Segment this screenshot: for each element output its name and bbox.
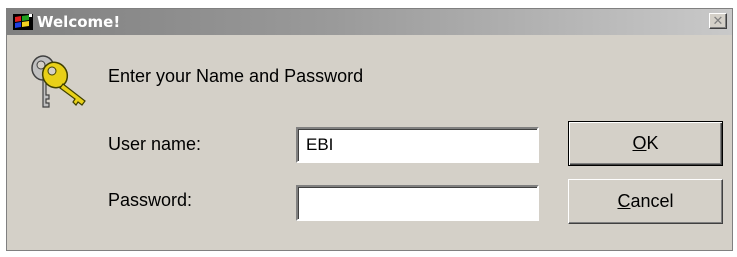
instruction-text: Enter your Name and Password: [108, 66, 364, 86]
close-icon: ✕: [712, 13, 724, 29]
password-label: Password:: [108, 190, 193, 210]
keys-icon: [31, 55, 86, 108]
title-bar[interactable]: Welcome! ✕: [7, 9, 732, 35]
username-label: User name:: [108, 134, 202, 154]
username-input[interactable]: [296, 127, 539, 163]
password-input[interactable]: [296, 185, 539, 221]
cancel-button[interactable]: Cancel: [568, 179, 723, 224]
window-title: Welcome!: [37, 13, 121, 31]
login-dialog: Welcome! ✕ Enter your Name and Password …: [6, 8, 733, 251]
ok-button-label: OK: [632, 133, 659, 153]
windows-flag-icon: [13, 14, 33, 30]
cancel-button-label: Cancel: [617, 191, 674, 211]
ok-button[interactable]: OK: [568, 121, 723, 166]
close-button[interactable]: ✕: [709, 13, 727, 29]
